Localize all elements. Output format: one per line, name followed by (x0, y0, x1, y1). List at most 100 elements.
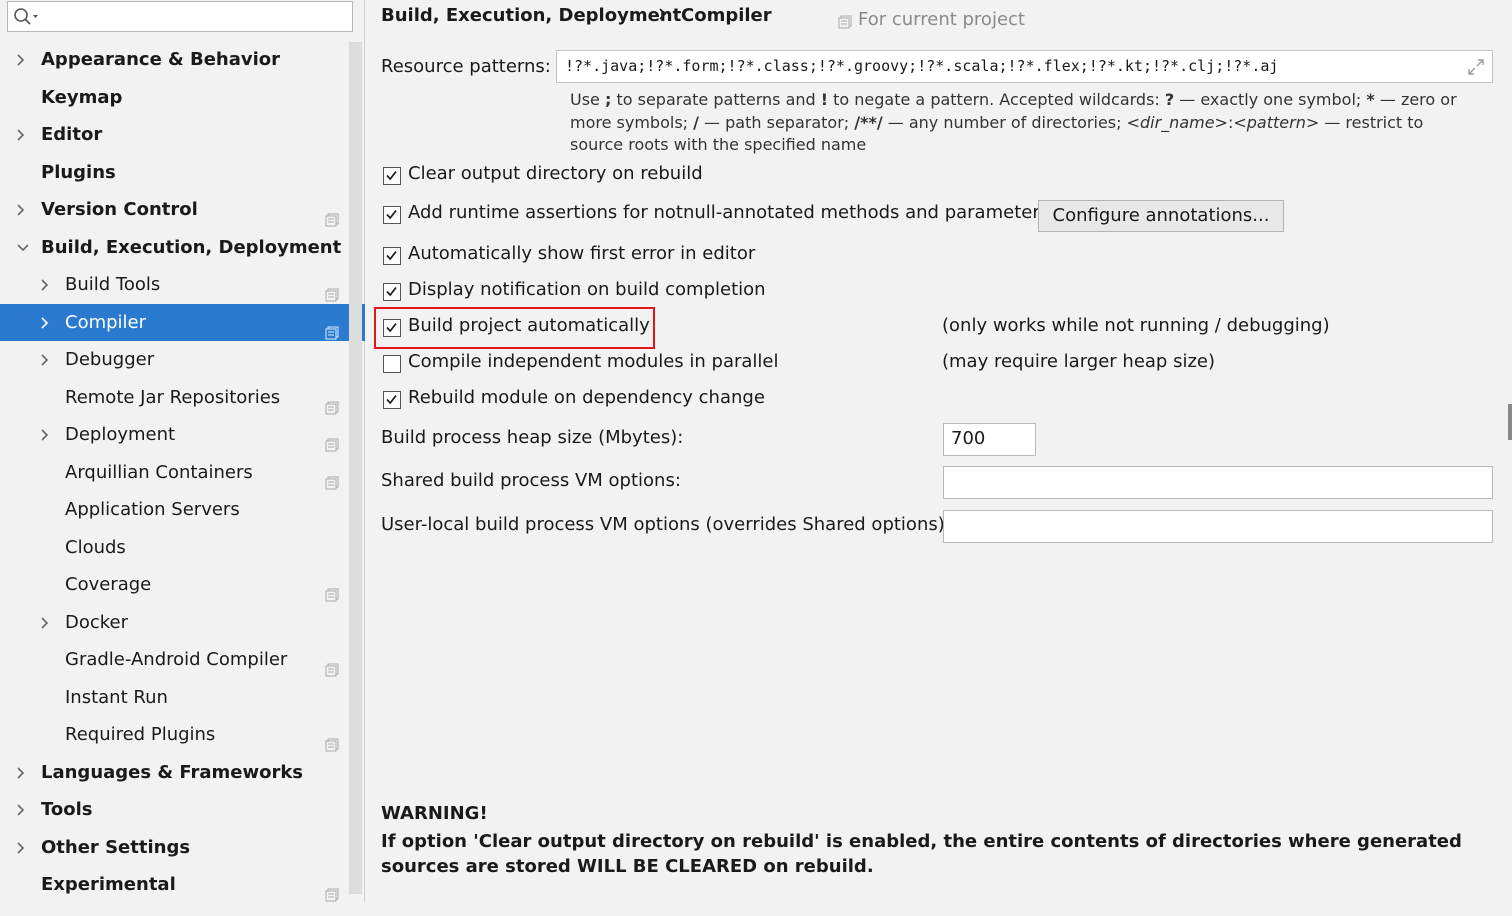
sidebar-item-build-execution-deployment[interactable]: Build, Execution, Deployment (0, 229, 365, 267)
build-automatically-note: (only works while not running / debuggin… (942, 315, 1330, 336)
chevron-right-icon[interactable] (16, 191, 30, 229)
heap-size-label: Build process heap size (Mbytes): (381, 427, 684, 448)
show-first-error-checkbox[interactable] (383, 247, 401, 265)
sidebar-item-label: Tools (41, 799, 93, 820)
sidebar-item-version-control[interactable]: Version Control (0, 191, 365, 229)
resource-patterns-label: Resource patterns: (381, 56, 551, 77)
heap-size-input[interactable]: 700 (943, 423, 1036, 456)
chevron-right-icon[interactable] (40, 341, 54, 379)
sidebar-item-label: Instant Run (65, 686, 168, 708)
clear-output-checkbox[interactable] (383, 167, 401, 185)
runtime-assertions-checkbox[interactable] (383, 206, 401, 224)
clear-output-label: Clear output directory on rebuild (408, 163, 703, 184)
display-notification-label: Display notification on build completion (408, 279, 766, 300)
resource-patterns-input[interactable]: !?*.java;!?*.form;!?*.class;!?*.groovy;!… (556, 50, 1493, 83)
sidebar-item-deployment[interactable]: Deployment (0, 416, 365, 454)
sidebar-item-label: Gradle-Android Compiler (65, 649, 288, 670)
compiler-settings-panel: Build, Execution, Deployment Compiler Fo… (366, 0, 1512, 902)
shared-vm-options-input[interactable] (943, 466, 1493, 499)
sidebar-item-languages-frameworks[interactable]: Languages & Frameworks (0, 754, 365, 792)
project-scope-icon (325, 203, 339, 227)
sidebar-item-label: Application Servers (65, 499, 240, 520)
user-vm-options-input[interactable] (943, 510, 1493, 543)
breadcrumb-compiler: Compiler (681, 5, 772, 26)
sidebar-item-label: Languages & Frameworks (41, 761, 304, 783)
display-notification-checkbox[interactable] (383, 283, 401, 301)
compile-parallel-note: (may require larger heap size) (942, 351, 1215, 372)
sidebar-scrollbar[interactable] (349, 42, 362, 894)
user-vm-options-label: User-local build process VM options (ove… (381, 514, 951, 535)
chevron-right-icon[interactable] (16, 791, 30, 829)
chevron-down-icon[interactable] (16, 229, 30, 267)
chevron-right-icon[interactable] (40, 266, 54, 304)
sidebar-item-arquillian-containers[interactable]: Arquillian Containers (0, 454, 365, 492)
sidebar-item-label: Required Plugins (65, 724, 216, 745)
sidebar-item-keymap[interactable]: Keymap (0, 79, 365, 117)
chevron-right-icon[interactable] (40, 604, 54, 642)
for-current-project-label: For current project (858, 9, 1025, 30)
expand-icon[interactable] (1466, 57, 1486, 77)
sidebar-item-application-servers[interactable]: Application Servers (0, 491, 365, 529)
sidebar-item-clouds[interactable]: Clouds (0, 529, 365, 567)
sidebar-item-label: Keymap (41, 86, 123, 108)
configure-annotations-button[interactable]: Configure annotations... (1038, 200, 1284, 232)
resource-patterns-value: !?*.java;!?*.form;!?*.class;!?*.groovy;!… (565, 57, 1279, 75)
sidebar-item-label: Clouds (65, 536, 126, 558)
sidebar-item-label: Debugger (65, 349, 155, 370)
project-scope-icon (325, 466, 339, 489)
sidebar-item-instant-run[interactable]: Instant Run (0, 679, 365, 717)
sidebar-item-label: Arquillian Containers (65, 461, 253, 483)
sidebar-item-label: Version Control (41, 199, 198, 220)
sidebar-item-label: Editor (41, 124, 103, 145)
sidebar-item-appearance-behavior[interactable]: Appearance & Behavior (0, 41, 365, 79)
sidebar-item-label: Remote Jar Repositories (65, 386, 281, 408)
chevron-right-icon[interactable] (40, 416, 54, 454)
sidebar-item-label: Compiler (65, 311, 147, 333)
warning-title: WARNING! (381, 803, 488, 824)
chevron-right-icon[interactable] (16, 41, 30, 79)
sidebar-item-label: Build Tools (65, 274, 161, 295)
sidebar-item-editor[interactable]: Editor (0, 116, 365, 154)
sidebar-item-label: Plugins (41, 161, 116, 183)
sidebar-item-coverage[interactable]: Coverage (0, 566, 365, 604)
project-scope-icon (838, 13, 852, 34)
build-automatically-checkbox[interactable] (383, 319, 401, 337)
sidebar-item-experimental[interactable]: Experimental (0, 866, 365, 904)
chevron-right-icon[interactable] (16, 829, 30, 867)
sidebar-item-debugger[interactable]: Debugger (0, 341, 365, 379)
sidebar-item-build-tools[interactable]: Build Tools (0, 266, 365, 304)
project-scope-icon (325, 653, 339, 677)
rebuild-on-dependency-label: Rebuild module on dependency change (408, 387, 765, 408)
sidebar-item-label: Experimental (41, 874, 176, 895)
project-scope-icon (325, 428, 339, 452)
sidebar-item-other-settings[interactable]: Other Settings (0, 829, 365, 867)
settings-search-input[interactable] (7, 1, 353, 32)
project-scope-icon (325, 278, 339, 302)
sidebar-item-docker[interactable]: Docker (0, 604, 365, 642)
sidebar-item-remote-jar-repositories[interactable]: Remote Jar Repositories (0, 379, 365, 417)
chevron-right-icon[interactable] (40, 304, 54, 342)
build-automatically-label: Build project automatically (408, 315, 650, 336)
compile-parallel-label: Compile independent modules in parallel (408, 351, 779, 372)
project-scope-icon (325, 391, 339, 414)
warning-text: If option 'Clear output directory on reb… (381, 831, 1462, 877)
sidebar-item-compiler[interactable]: Compiler (0, 303, 365, 342)
settings-tree: Appearance & Behavior Keymap Editor Plugins… (0, 41, 365, 904)
project-scope-icon (325, 316, 339, 339)
sidebar-item-label: Build, Execution, Deployment (41, 236, 342, 258)
search-icon (14, 8, 38, 25)
sidebar-item-required-plugins[interactable]: Required Plugins (0, 716, 365, 754)
compile-parallel-checkbox[interactable] (383, 355, 401, 373)
main-scrollbar[interactable] (1508, 404, 1512, 440)
settings-sidebar: Appearance & Behavior Keymap Editor Plugins… (0, 0, 365, 902)
sidebar-item-gradle-android-compiler[interactable]: Gradle-Android Compiler (0, 641, 365, 679)
rebuild-on-dependency-checkbox[interactable] (383, 391, 401, 409)
project-scope-icon (325, 728, 339, 752)
breadcrumb-build-execution-deployment[interactable]: Build, Execution, Deployment (381, 5, 681, 26)
chevron-right-icon[interactable] (16, 754, 30, 792)
sidebar-item-label: Docker (65, 611, 129, 633)
sidebar-item-tools[interactable]: Tools (0, 791, 365, 829)
sidebar-item-plugins[interactable]: Plugins (0, 154, 365, 192)
chevron-right-icon[interactable] (16, 116, 30, 154)
sidebar-item-label: Coverage (65, 574, 152, 595)
